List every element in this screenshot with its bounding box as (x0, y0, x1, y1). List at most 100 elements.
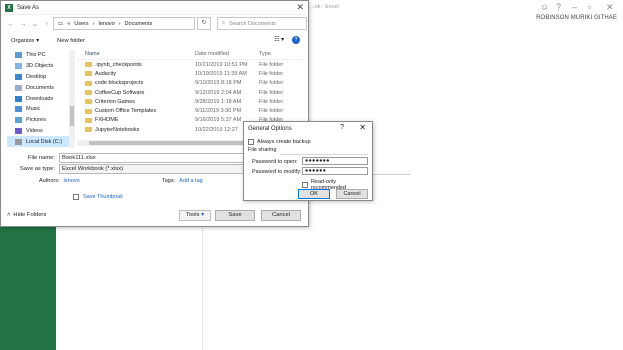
dialog-toolbar: Organize ▾ New folder ☷ ▾ ? (1, 34, 308, 48)
up-arrow-icon[interactable]: ↑ (41, 21, 53, 28)
column-date-modified[interactable]: Date modified (195, 51, 259, 57)
nav-scrollbar-thumb[interactable] (70, 106, 74, 126)
file-list-header: Name Date modified Type (77, 48, 303, 60)
file-name: Custom Office Templates (95, 108, 157, 115)
nav-scrollbar[interactable] (69, 50, 75, 148)
save-as-titlebar: X Save As (1, 1, 308, 15)
nav-item-videos[interactable]: Videos (7, 126, 74, 137)
nav-item-this-pc[interactable]: This PC (7, 50, 74, 61)
help-icon[interactable]: ? (340, 124, 344, 131)
breadcrumb-documents[interactable]: Documents (125, 21, 153, 27)
file-name: Audacity (95, 70, 117, 77)
music-icon (15, 106, 22, 113)
tools-label: Tools (185, 212, 200, 218)
search-placeholder: Search Documents (229, 20, 276, 27)
account-name[interactable]: ROBINSON MURIKI GITHAE (536, 15, 617, 21)
file-name: code blocksprojects (95, 80, 144, 87)
hide-folders-button[interactable]: ˄ Hide Folders (7, 212, 46, 218)
minimize-icon[interactable]: – (572, 2, 577, 12)
column-name[interactable]: Name (77, 51, 195, 57)
breadcrumb-overflow[interactable]: « (67, 21, 70, 27)
file-name: FXHOME (95, 117, 119, 124)
nav-item-music[interactable]: Music (7, 104, 74, 115)
address-bar[interactable]: ▭ « Users › lenovo › Documents (53, 17, 195, 30)
help-icon[interactable]: ? (292, 36, 300, 44)
add-tag-link[interactable]: Add a tag (179, 178, 203, 184)
disk-icon (15, 138, 22, 145)
breadcrumb-lenovo[interactable]: lenovo (98, 21, 114, 27)
always-backup-label: Always create backup (257, 139, 311, 145)
excel-window-title: ...ok - Excel (310, 4, 339, 10)
back-arrow-icon[interactable]: ← (5, 21, 17, 28)
excel-app-icon: X (5, 3, 13, 12)
cancel-button[interactable]: Cancel (261, 210, 301, 221)
table-row[interactable]: CoffeeCup Software 9/12/2019 2:04 AM File … (77, 88, 303, 97)
help-icon[interactable]: ? (556, 2, 561, 12)
folder-icon (85, 90, 92, 96)
pw-modify-label: Password to modify: (252, 169, 302, 175)
nav-item-desktop[interactable]: Desktop (7, 72, 74, 83)
nav-item-pictures[interactable]: Pictures (7, 115, 74, 126)
password-open-input[interactable]: ●●●●●●● (302, 157, 368, 165)
folder-icon (85, 80, 92, 86)
organize-button[interactable]: Organize ▾ (11, 38, 39, 44)
close-icon[interactable]: ✕ (606, 2, 614, 13)
authors-value[interactable]: lenovo (63, 178, 79, 184)
file-type: File folder (259, 108, 284, 115)
recent-chevron-icon[interactable]: ⌄ (29, 20, 41, 28)
nav-item-documents[interactable]: Documents (7, 82, 74, 93)
save-type-label: Save as type: (19, 166, 55, 172)
hscrollbar-thumb[interactable] (89, 141, 245, 145)
dropdown-arrow-icon: ▾ (201, 212, 205, 218)
save-thumbnail-checkbox[interactable] (73, 194, 79, 200)
always-backup-checkbox[interactable] (248, 139, 254, 145)
always-backup-row[interactable]: Always create backup (248, 139, 311, 145)
save-button[interactable]: Save (215, 210, 255, 221)
file-sharing-heading: File sharing (248, 147, 277, 153)
hide-folders-label: Hide Folders (13, 212, 47, 218)
dialog-close-icon[interactable]: ✕ (296, 2, 304, 13)
ok-button[interactable]: OK (298, 189, 330, 199)
videos-icon (15, 127, 22, 134)
close-icon[interactable]: ✕ (359, 123, 366, 132)
table-row[interactable]: .ipynb_checkpoints 10/21/2019 10:51 PM Fil… (77, 60, 303, 69)
folder-icon (85, 71, 92, 77)
file-date: 9/12/2019 2:04 AM (195, 89, 242, 96)
file-date: 9/10/2019 8:18 PM (195, 80, 242, 87)
nav-item-3d-objects[interactable]: 3D Objects (7, 61, 74, 72)
nav-item-local-disk[interactable]: Local Disk (C:) (7, 136, 74, 148)
file-date: 9/28/2019 1:18 AM (195, 98, 242, 105)
user-icon[interactable]: ☺ (540, 2, 549, 12)
file-sharing-divider (280, 154, 368, 155)
nav-label: Pictures (26, 117, 46, 124)
table-row[interactable]: code blocksprojects 9/10/2019 8:18 PM File… (77, 79, 303, 88)
cancel-button[interactable]: Cancel (336, 189, 368, 199)
table-row[interactable]: Criterion Games 9/28/2019 1:18 AM File fol… (77, 97, 303, 106)
read-only-checkbox[interactable] (302, 182, 308, 188)
new-folder-button[interactable]: New folder (57, 38, 85, 44)
table-row[interactable]: Custom Office Templates 9/11/2019 3:30 PM… (77, 106, 303, 115)
3d-objects-icon (15, 63, 22, 70)
nav-item-downloads[interactable]: Downloads (7, 93, 74, 104)
dialog-title: Save As (17, 4, 40, 11)
file-type: File folder (259, 89, 284, 96)
table-row[interactable]: Audacity 10/19/2019 11:39 AM File folder (77, 69, 303, 78)
refresh-icon[interactable]: ↻ (197, 17, 211, 30)
forward-arrow-icon[interactable]: → (17, 21, 29, 28)
column-type[interactable]: Type (259, 51, 303, 57)
search-box[interactable]: ⌕ Search Documents (217, 17, 307, 30)
password-modify-input[interactable]: ●●●●●● (302, 167, 368, 175)
nav-label: Desktop (26, 73, 47, 80)
nav-label: This PC (26, 52, 46, 59)
maximize-icon[interactable]: ▫ (588, 2, 591, 12)
folder-icon (85, 99, 92, 105)
file-type: File folder (259, 70, 284, 77)
file-date: 10/19/2019 11:39 AM (195, 70, 247, 77)
folder-icon (85, 127, 92, 133)
tags-row: Tags: Add a tag (162, 178, 203, 184)
dialog-footer: ˄ Hide Folders Tools ▾ Save Cancel (1, 209, 308, 227)
breadcrumb-users[interactable]: Users (74, 21, 88, 27)
view-options-icon[interactable]: ☷ ▾ (274, 37, 284, 43)
tools-button[interactable]: Tools ▾ (179, 210, 211, 221)
save-thumbnail-row[interactable]: Save Thumbnail (73, 194, 123, 200)
